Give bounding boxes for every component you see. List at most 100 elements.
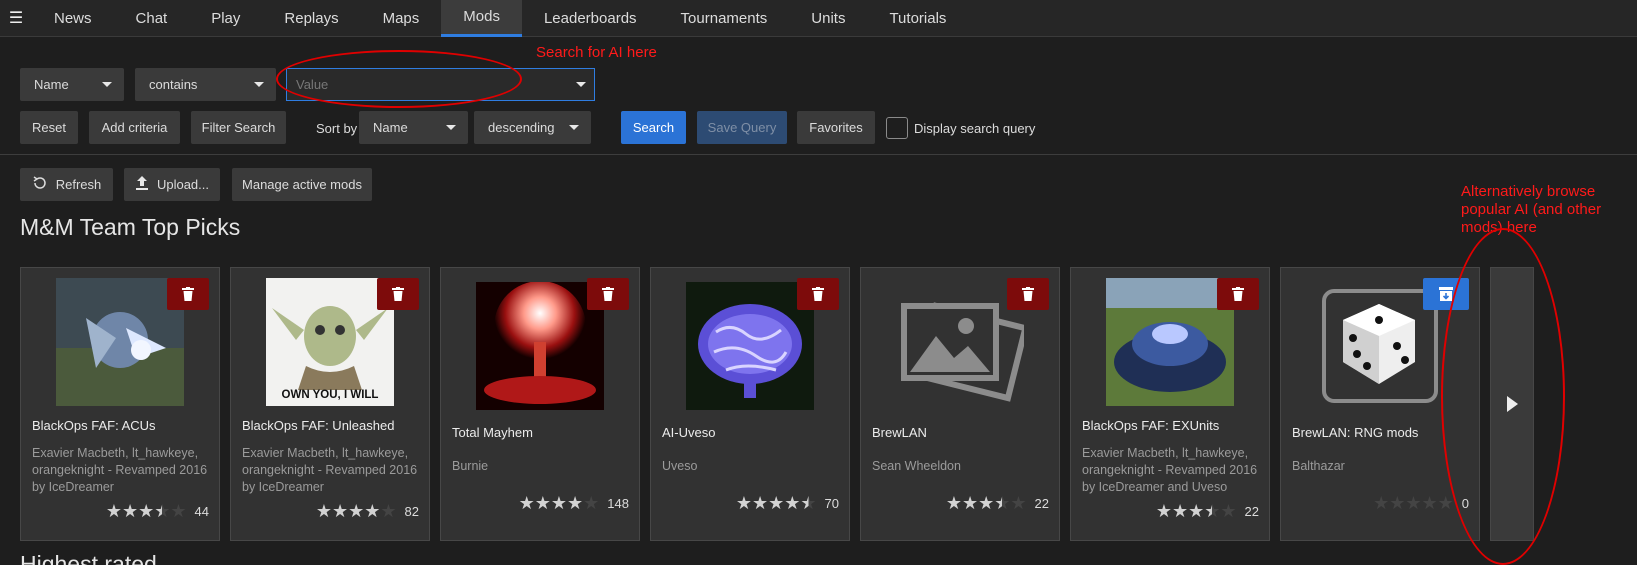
mod-card[interactable]: BlackOps FAF: EXUnits Exavier Macbeth, l… xyxy=(1070,267,1270,541)
filter-search-button[interactable]: Filter Search xyxy=(191,111,286,144)
save-query-button[interactable]: Save Query xyxy=(697,111,787,144)
mod-name: BlackOps FAF: Unleashed xyxy=(242,418,395,433)
star-icon: ★ xyxy=(315,501,332,521)
image-placeholder-icon xyxy=(896,286,1024,414)
tab-units[interactable]: Units xyxy=(789,0,867,37)
tab-tutorials[interactable]: Tutorials xyxy=(867,0,968,37)
mod-authors: Exavier Macbeth, lt_hawkeye, orangeknigh… xyxy=(1082,446,1258,494)
mod-card[interactable]: Total Mayhem Burnie ★ ★ ★ ★ ★ 148 xyxy=(440,267,640,541)
tab-tournaments[interactable]: Tournaments xyxy=(659,0,790,37)
mod-authors: Burnie xyxy=(452,459,489,473)
structure-thumbnail xyxy=(1106,278,1234,406)
chevron-down-icon xyxy=(446,125,456,130)
star-icon: ★ xyxy=(170,501,187,521)
star-icon: ★ xyxy=(1437,493,1454,513)
browse-annotation-line-1: Alternatively browse xyxy=(1461,183,1596,200)
star-icon: ★ xyxy=(784,493,801,513)
uninstall-button[interactable] xyxy=(1217,278,1259,310)
section-title: M&M Team Top Picks xyxy=(20,214,241,240)
add-criteria-button[interactable]: Add criteria xyxy=(89,111,180,144)
mod-authors: Uveso xyxy=(662,459,698,473)
trash-icon xyxy=(1022,287,1034,301)
tab-news[interactable]: News xyxy=(32,0,114,37)
manage-active-mods-button[interactable]: Manage active mods xyxy=(232,168,372,201)
trash-icon xyxy=(392,287,404,301)
star-icon: ★ xyxy=(567,493,584,513)
mod-name: Total Mayhem xyxy=(452,425,533,440)
star-icon: ★ xyxy=(1389,493,1406,513)
star-icon: ★ xyxy=(583,493,600,513)
upload-button[interactable]: Upload... xyxy=(124,168,220,201)
tab-play[interactable]: Play xyxy=(189,0,262,37)
tab-chat[interactable]: Chat xyxy=(114,0,190,37)
star-icon: ★ xyxy=(978,493,995,513)
star-icon: ★ xyxy=(154,501,171,521)
search-button[interactable]: Search xyxy=(621,111,686,144)
chevron-down-icon xyxy=(576,82,586,87)
chevron-down-icon xyxy=(102,82,112,87)
star-icon: ★ xyxy=(1405,493,1422,513)
star-icon: ★ xyxy=(364,501,381,521)
criteria-field-select[interactable]: Name xyxy=(20,68,124,101)
rating-count: 70 xyxy=(824,496,839,511)
mod-card[interactable]: AI-Uveso Uveso ★ ★ ★ ★ ★ 70 xyxy=(650,267,850,541)
trash-icon xyxy=(182,287,194,301)
mod-authors: Exavier Macbeth, lt_hawkeye, orangeknigh… xyxy=(32,446,208,494)
reset-button[interactable]: Reset xyxy=(20,111,78,144)
criteria-operator-value: contains xyxy=(149,77,198,92)
hamburger-icon[interactable]: ☰ xyxy=(0,0,32,37)
rating-stars: ★ ★ ★ ★ ★ xyxy=(1156,501,1237,522)
star-icon: ★ xyxy=(550,493,568,513)
rating-stars: ★ ★ ★ ★ ★ xyxy=(519,493,600,514)
upload-label: Upload... xyxy=(156,177,210,192)
mod-name: BrewLAN xyxy=(872,425,927,440)
star-icon: ★ xyxy=(1373,493,1390,513)
criteria-operator-select[interactable]: contains xyxy=(135,68,276,101)
star-icon: ★ xyxy=(1188,501,1205,521)
tab-maps[interactable]: Maps xyxy=(361,0,442,37)
star-icon: ★ xyxy=(768,493,785,513)
mod-rating: ★ ★ ★ ★ ★ 82 xyxy=(316,501,419,522)
uninstall-button[interactable] xyxy=(797,278,839,310)
mod-card[interactable]: BlackOps FAF: ACUs Exavier Macbeth, lt_h… xyxy=(20,267,220,541)
toolbar-divider xyxy=(0,154,1637,155)
browse-annotation-line-2: popular AI (and other xyxy=(1461,201,1602,218)
star-icon: ★ xyxy=(348,501,365,521)
yoda-thumbnail: OWN YOU, I WILL xyxy=(266,278,394,406)
sort-field-select[interactable]: Name xyxy=(359,111,468,144)
mod-card[interactable]: OWN YOU, I WILL BlackOps FAF: Unleashed … xyxy=(230,267,430,541)
favorites-button[interactable]: Favorites xyxy=(797,111,875,144)
tab-mods[interactable]: Mods xyxy=(441,0,522,37)
download-icon xyxy=(1439,287,1453,301)
rating-stars: ★ ★ ★ ★ ★ xyxy=(946,493,1027,514)
rating-stars: ★ ★ ★ ★ ★ xyxy=(1373,493,1454,514)
sort-order-select[interactable]: descending xyxy=(474,111,591,144)
star-icon: ★ xyxy=(1204,501,1221,521)
trash-icon xyxy=(812,287,824,301)
rating-count: 22 xyxy=(1034,496,1049,511)
uninstall-button[interactable] xyxy=(1007,278,1049,310)
star-icon: ★ xyxy=(994,493,1011,513)
mod-rating: ★ ★ ★ ★ ★ 44 xyxy=(106,501,209,522)
top-navigation: ☰ News Chat Play Replays Maps Mods Leade… xyxy=(0,0,1637,37)
star-icon: ★ xyxy=(1171,501,1189,521)
star-icon: ★ xyxy=(735,493,752,513)
uninstall-button[interactable] xyxy=(377,278,419,310)
thumbnail-caption: OWN YOU, I WILL xyxy=(281,389,379,401)
search-annotation-ellipse xyxy=(276,50,522,108)
rating-stars: ★ ★ ★ ★ ★ xyxy=(316,501,397,522)
brain-thumbnail xyxy=(686,282,814,410)
display-query-checkbox[interactable] xyxy=(886,117,908,139)
refresh-button[interactable]: Refresh xyxy=(20,168,113,201)
uninstall-button[interactable] xyxy=(167,278,209,310)
mod-rating: ★ ★ ★ ★ ★ 22 xyxy=(1156,501,1259,522)
rating-count: 22 xyxy=(1244,504,1259,519)
tab-leaderboards[interactable]: Leaderboards xyxy=(522,0,659,37)
mod-card[interactable]: BrewLAN Sean Wheeldon ★ ★ ★ ★ ★ 22 xyxy=(860,267,1060,541)
tab-replays[interactable]: Replays xyxy=(262,0,360,37)
chevron-down-icon xyxy=(569,125,579,130)
uninstall-button[interactable] xyxy=(587,278,629,310)
trash-icon xyxy=(1232,287,1244,301)
star-icon: ★ xyxy=(331,501,349,521)
trash-icon xyxy=(602,287,614,301)
